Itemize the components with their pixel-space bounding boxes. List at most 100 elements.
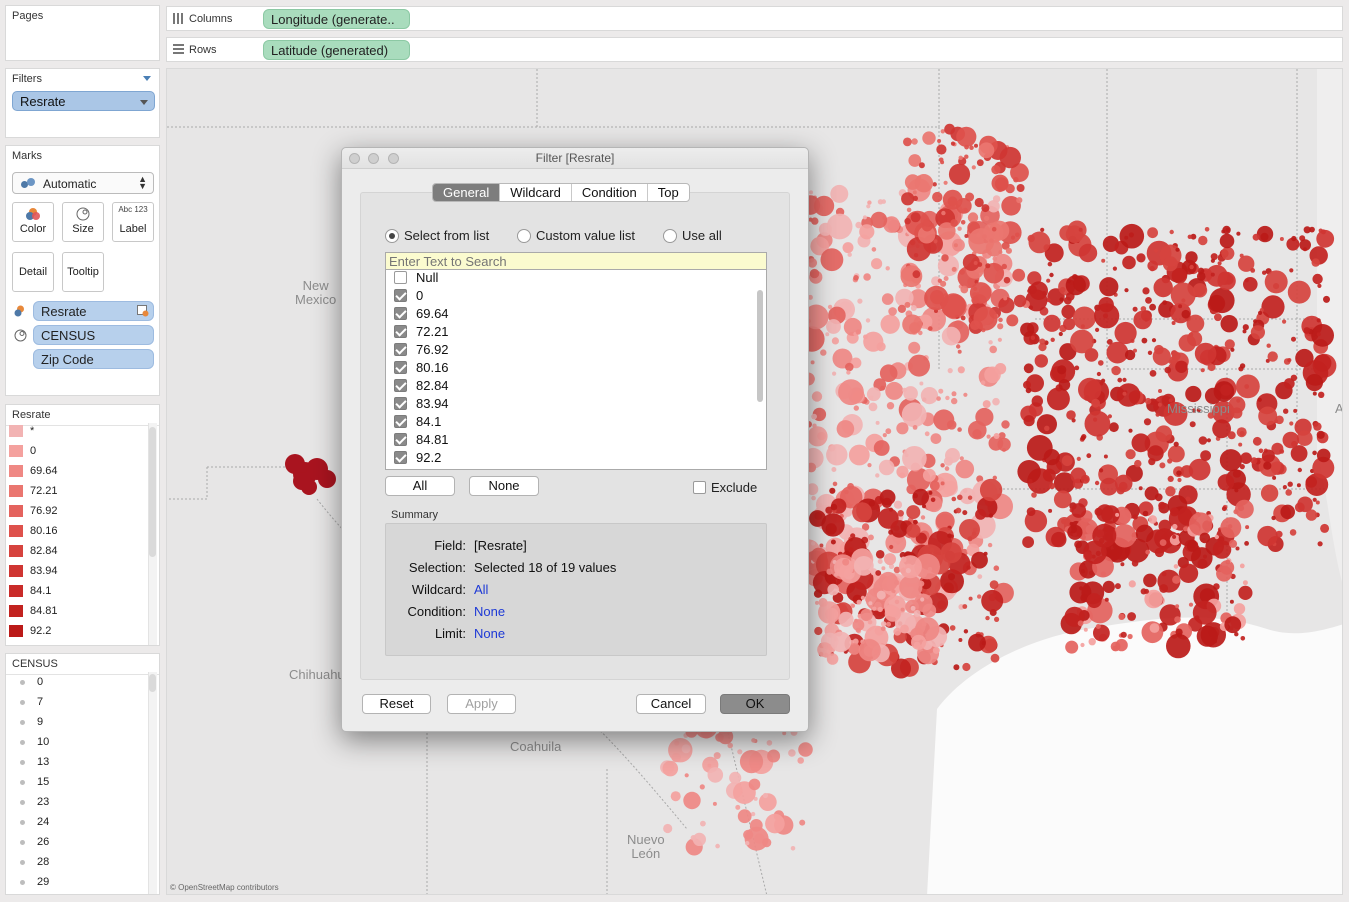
zip-mark[interactable] (989, 580, 999, 589)
zip-mark[interactable] (951, 496, 957, 502)
zip-mark[interactable] (814, 626, 823, 636)
zip-mark[interactable] (1086, 453, 1092, 459)
zip-mark[interactable] (815, 600, 819, 605)
zip-mark[interactable] (1210, 258, 1215, 263)
zip-mark[interactable] (707, 767, 724, 783)
ok-button[interactable]: OK (720, 694, 790, 714)
zip-mark[interactable] (1080, 474, 1090, 484)
zip-mark[interactable] (1080, 642, 1085, 648)
checkbox-checked-icon[interactable] (394, 433, 407, 446)
all-button[interactable]: All (385, 476, 455, 496)
zip-mark[interactable] (1043, 449, 1060, 466)
zip-mark[interactable] (1214, 313, 1222, 322)
zip-mark[interactable] (1316, 430, 1325, 439)
zip-mark[interactable] (1194, 342, 1217, 365)
zip-mark[interactable] (958, 155, 963, 160)
zip-mark[interactable] (1093, 624, 1110, 642)
zip-mark[interactable] (853, 275, 859, 281)
zip-mark[interactable] (908, 354, 930, 377)
zip-mark[interactable] (827, 583, 839, 596)
tab-condition[interactable]: Condition (570, 184, 647, 201)
zip-mark[interactable] (871, 247, 877, 252)
zip-mark[interactable] (959, 519, 980, 540)
zip-mark[interactable] (1178, 304, 1183, 309)
zip-mark[interactable] (1086, 593, 1102, 609)
zip-mark[interactable] (836, 420, 855, 438)
zip-mark[interactable] (1236, 231, 1241, 236)
rows-shelf[interactable]: Rows Latitude (generated) (166, 37, 1343, 62)
zip-mark[interactable] (847, 252, 852, 257)
zip-mark[interactable] (1134, 459, 1142, 468)
checkbox-checked-icon[interactable] (394, 415, 407, 428)
zip-mark[interactable] (943, 276, 949, 281)
zip-mark[interactable] (1109, 422, 1119, 433)
zip-mark[interactable] (819, 543, 824, 548)
zip-mark[interactable] (813, 589, 823, 598)
zip-mark[interactable] (950, 219, 958, 227)
zip-mark[interactable] (1177, 477, 1182, 483)
zip-mark[interactable] (977, 594, 982, 599)
zip-mark[interactable] (1289, 268, 1294, 273)
zip-mark[interactable] (1028, 479, 1033, 484)
zip-mark[interactable] (1120, 562, 1125, 567)
zip-mark[interactable] (982, 400, 991, 409)
zip-mark[interactable] (1236, 427, 1247, 438)
zip-mark[interactable] (1210, 272, 1215, 277)
zip-mark[interactable] (1078, 243, 1098, 263)
zip-mark[interactable] (906, 523, 921, 538)
zip-mark[interactable] (842, 242, 854, 254)
zip-mark[interactable] (712, 801, 717, 806)
zip-mark[interactable] (1250, 268, 1256, 273)
zip-mark[interactable] (940, 481, 945, 486)
summary-condition-link[interactable]: None (474, 604, 505, 619)
zip-mark[interactable] (1120, 631, 1127, 638)
zip-mark[interactable] (1095, 624, 1101, 629)
zip-mark[interactable] (683, 791, 701, 810)
zip-mark[interactable] (1167, 458, 1173, 464)
zip-mark[interactable] (1256, 225, 1274, 243)
zip-mark[interactable] (991, 226, 997, 232)
zip-mark[interactable] (1065, 640, 1079, 654)
zip-mark[interactable] (987, 542, 993, 548)
zip-mark[interactable] (1250, 325, 1265, 340)
zip-mark[interactable] (1204, 227, 1210, 232)
census-size-item[interactable]: 23 (20, 796, 49, 808)
zip-mark[interactable] (1224, 616, 1242, 634)
zip-mark[interactable] (811, 413, 817, 420)
zip-mark[interactable] (1124, 288, 1129, 293)
none-button[interactable]: None (469, 476, 539, 496)
zip-mark[interactable] (947, 533, 952, 538)
zip-mark[interactable] (1057, 365, 1067, 375)
zip-mark[interactable] (1320, 523, 1330, 533)
zip-mark[interactable] (860, 595, 866, 600)
zip-mark[interactable] (1077, 620, 1084, 627)
filters-shelf[interactable]: Filters Resrate (5, 68, 160, 138)
census-size-item[interactable]: 0 (20, 676, 43, 688)
zip-mark[interactable] (912, 190, 917, 195)
zip-mark[interactable] (912, 195, 919, 201)
zip-mark[interactable] (670, 791, 681, 802)
zip-mark[interactable] (923, 218, 932, 227)
zip-mark[interactable] (1046, 387, 1070, 411)
zip-mark[interactable] (1127, 612, 1136, 621)
zip-mark[interactable] (1003, 296, 1008, 301)
zip-mark[interactable] (1125, 449, 1136, 460)
zip-mark[interactable] (1013, 177, 1019, 183)
zip-mark[interactable] (885, 428, 892, 435)
zip-mark[interactable] (878, 459, 895, 476)
zip-mark[interactable] (980, 380, 986, 386)
census-size-item[interactable]: 26 (20, 836, 49, 848)
zip-mark[interactable] (981, 589, 1004, 612)
zip-mark[interactable] (870, 211, 888, 229)
zip-mark[interactable] (1099, 277, 1119, 297)
zip-mark[interactable] (1196, 625, 1218, 647)
zip-mark[interactable] (969, 282, 992, 304)
zip-mark[interactable] (930, 497, 936, 503)
zip-mark[interactable] (885, 381, 904, 400)
value-list-item[interactable]: 92.2 (394, 450, 441, 468)
zip-mark[interactable] (949, 625, 956, 631)
zip-mark[interactable] (944, 466, 950, 471)
zip-mark[interactable] (906, 207, 912, 213)
zip-mark[interactable] (1164, 366, 1172, 374)
tab-wildcard[interactable]: Wildcard (499, 184, 571, 201)
